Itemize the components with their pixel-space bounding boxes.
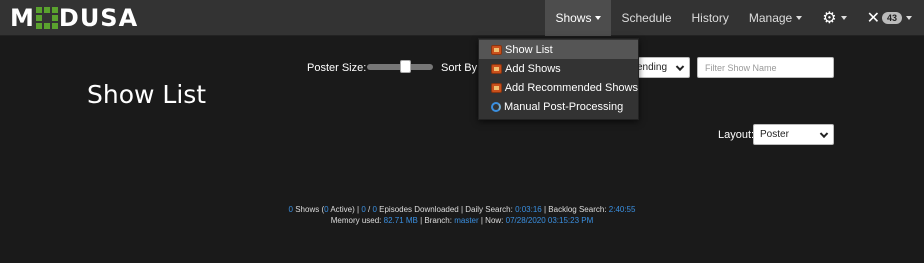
nav-tools[interactable]: ✕ 43 <box>857 0 924 36</box>
brand-text-right: DUSA <box>58 4 139 32</box>
footer-text: Active) | <box>328 205 362 214</box>
menu-item-label: Add Shows <box>505 62 561 75</box>
daily-search-time: 0:03:16 <box>515 205 542 214</box>
backlog-search-time: 2:40:55 <box>608 205 636 214</box>
caret-down-icon <box>595 16 602 20</box>
menu-item-show-list[interactable]: Show List <box>479 40 638 59</box>
nav-schedule-label: Schedule <box>621 11 672 25</box>
tv-icon <box>491 63 502 74</box>
chevron-down-icon <box>819 129 829 138</box>
logo-grid-icon <box>35 7 58 29</box>
nav-manage-label: Manage <box>748 11 793 25</box>
menu-item-label: Manual Post-Processing <box>504 100 624 113</box>
menu-item-manual-post-processing[interactable]: Manual Post-Processing <box>479 97 638 116</box>
sort-direction-select[interactable]: ending <box>630 57 690 78</box>
gear-icon: ⚙ <box>822 10 837 27</box>
menu-item-add-recommended-shows[interactable]: Add Recommended Shows <box>479 78 638 97</box>
caret-down-icon <box>840 16 847 20</box>
tv-icon <box>491 82 502 93</box>
footer-system-line: Memory used: 82.71 MB | Branch: master |… <box>0 216 924 225</box>
footer-text: | Branch: <box>417 216 455 225</box>
poster-size-label: Poster Size: <box>307 62 367 74</box>
memory-used: 82.71 MB <box>383 216 418 225</box>
nav-history-label: History <box>691 11 729 25</box>
menu-item-label: Show List <box>505 43 553 56</box>
sync-icon <box>491 101 501 112</box>
caret-down-icon <box>906 16 912 20</box>
caret-down-icon <box>796 16 803 20</box>
tv-icon <box>491 44 502 55</box>
layout-select-value: Poster <box>760 129 789 140</box>
chevron-down-icon <box>675 62 685 71</box>
footer-text: Memory used: <box>330 216 384 225</box>
layout-label: Layout: <box>718 129 755 141</box>
notification-badge: 43 <box>881 12 902 24</box>
sort-direction-value: ending <box>637 62 668 73</box>
footer-stats-line: 0 Shows (0 Active) | 0 / 0 Episodes Down… <box>0 205 924 214</box>
footer-text: Episodes Downloaded | Daily Search: <box>376 205 516 214</box>
current-time: 07/28/2020 03:15:23 PM <box>505 216 594 225</box>
filter-placeholder: Filter Show Name <box>705 62 777 73</box>
nav-history[interactable]: History <box>682 0 739 36</box>
footer-text: | Now: <box>478 216 506 225</box>
filter-show-name-input[interactable]: Filter Show Name <box>697 57 834 78</box>
sort-by-label: Sort By: <box>441 62 481 74</box>
nav-menu: Shows Schedule History Manage ⚙ ✕ 43 <box>545 0 924 36</box>
branch-name[interactable]: master <box>454 216 478 225</box>
tools-icon: ✕ <box>866 10 880 27</box>
medusa-logo[interactable]: M DUSA <box>10 4 139 32</box>
footer-text: Shows ( <box>292 205 325 214</box>
menu-item-label: Add Recommended Shows <box>504 81 638 94</box>
nav-shows[interactable]: Shows <box>545 0 612 36</box>
page-title: Show List <box>87 80 207 109</box>
footer-text: | Backlog Search: <box>541 205 609 214</box>
menu-item-add-shows[interactable]: Add Shows <box>479 59 638 78</box>
navbar: M DUSA Shows Schedule History Manage ⚙ ✕… <box>0 0 924 36</box>
poster-size-slider-handle[interactable] <box>400 60 411 73</box>
shows-dropdown-menu: Show List Add Shows Add Recommended Show… <box>478 38 639 120</box>
layout-select[interactable]: Poster <box>753 124 834 145</box>
nav-shows-label: Shows <box>555 11 592 25</box>
nav-manage[interactable]: Manage <box>739 0 812 36</box>
brand-text-left: M <box>10 4 35 32</box>
nav-config[interactable]: ⚙ <box>812 0 856 36</box>
nav-schedule[interactable]: Schedule <box>611 0 681 36</box>
